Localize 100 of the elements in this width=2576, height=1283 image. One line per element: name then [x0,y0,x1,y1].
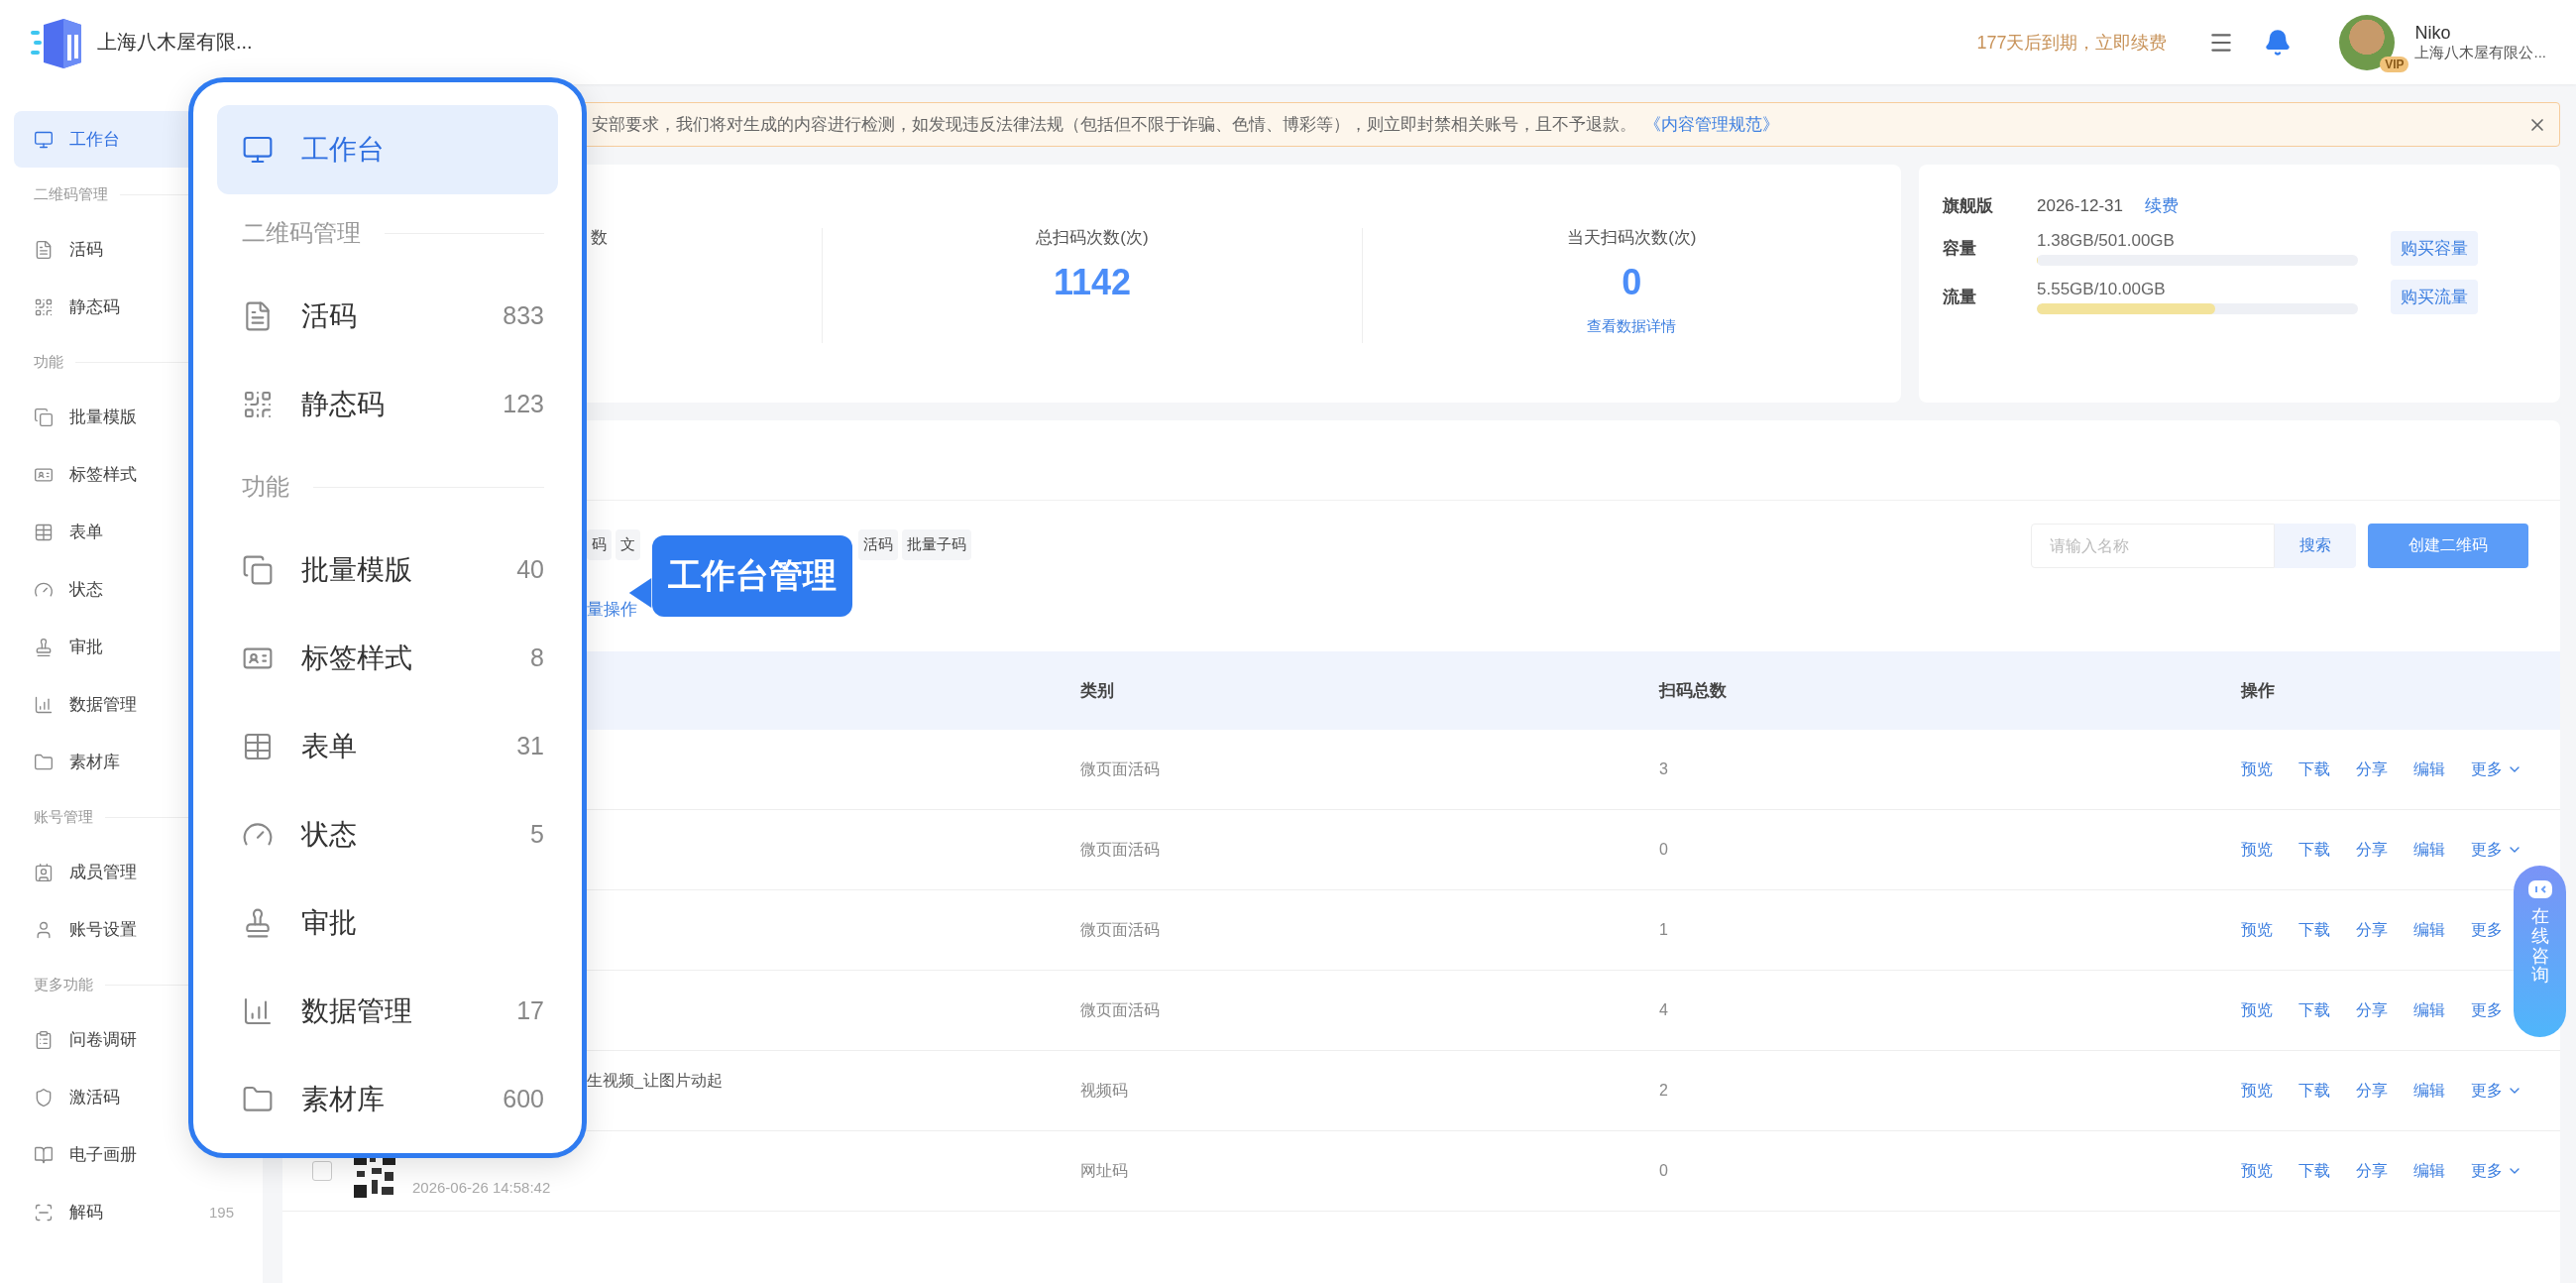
monitor-icon [242,134,274,166]
stat-label: 总扫码次数(次) [1036,228,1149,248]
action-link[interactable]: 预览 [2241,1080,2273,1102]
action-link[interactable]: 编辑 [2413,758,2445,780]
section-title: 功能 [242,472,289,502]
section-title: 功能 [34,352,63,372]
action-link[interactable]: 下载 [2298,758,2330,780]
action-link[interactable]: 编辑 [2413,1160,2445,1182]
action-link[interactable]: 预览 [2241,1160,2273,1182]
stat-value: 0 [1622,262,1642,303]
plan-expiry: 2026-12-31 [2037,195,2123,216]
action-link[interactable]: 下载 [2298,1160,2330,1182]
action-link[interactable]: 分享 [2356,919,2388,941]
action-link[interactable]: 分享 [2356,1080,2388,1102]
folder-icon [34,752,54,772]
action-link[interactable]: 分享 [2356,999,2388,1021]
item-count: 31 [516,732,544,760]
action-link[interactable]: 下载 [2298,919,2330,941]
action-link[interactable]: 编辑 [2413,1080,2445,1102]
callout-label: 工作台管理 [652,535,852,617]
action-link[interactable]: 下载 [2298,999,2330,1021]
action-link[interactable]: 更多 [2471,999,2503,1021]
category-cell-text: 微页面活码 [1080,999,1161,1020]
details-link[interactable]: 查看数据详情 [1587,317,1677,336]
column-header: 类别 [1080,680,1115,702]
column-header: 操作 [2241,680,2276,702]
stat-value: 1142 [1053,262,1132,303]
plan-edition: 旗舰版 [1943,195,1994,217]
item-count: 833 [503,301,544,330]
filter-tag[interactable]: 文 [616,529,640,560]
action-link[interactable]: 更多 [2471,919,2503,941]
quota-label: 容量 [1943,238,1977,260]
scan-count-cell-text: 0 [1659,841,1669,859]
stat-label: 数 [591,228,608,248]
renewal-link[interactable]: 177天后到期，立即续费 [1976,30,2168,55]
section-title: 二维码管理 [34,184,108,204]
bar-chart-icon [34,694,54,715]
quota-label: 流量 [1943,287,1977,308]
category-cell-text: 微页面活码 [1080,758,1161,779]
action-link[interactable]: 编辑 [2413,999,2445,1021]
action-link[interactable]: 更多 [2471,839,2503,861]
action-link[interactable]: 预览 [2241,919,2273,941]
book-icon [34,1144,54,1165]
action-link[interactable]: 编辑 [2413,839,2445,861]
action-link[interactable]: 下载 [2298,839,2330,861]
action-link[interactable]: 预览 [2241,999,2273,1021]
row-checkbox[interactable] [312,1161,332,1181]
policy-link[interactable]: 《内容管理规范》 [1644,113,1779,136]
consult-button[interactable]: 在线咨询 [2514,866,2566,1037]
contact-card-icon [34,862,54,882]
popup-menu-item[interactable]: 工作台 [217,105,558,194]
scan-count-cell-text: 3 [1659,760,1669,778]
action-link[interactable]: 预览 [2241,758,2273,780]
table-icon [34,522,54,542]
search-field[interactable]: 请输入名称 [2031,524,2275,568]
buy-button[interactable]: 购买流量 [2391,280,2478,314]
batch-link[interactable]: 量操作 [587,597,637,621]
copy-icon [242,553,274,586]
renew-link[interactable]: 续费 [2144,194,2179,217]
notice-text: 安部要求，我们将对生成的内容进行检测，如发现违反法律法规（包括但不限于诈骗、色情、博彩等），则立即封禁相关账号，且不予退款。 [592,114,1636,136]
create-button[interactable]: 创建二维码 [2368,524,2528,568]
scan-count-cell-text: 0 [1659,1162,1669,1180]
section-title: 更多功能 [34,975,93,994]
action-link[interactable]: 分享 [2356,1160,2388,1182]
column-header: 扫码总数 [1659,680,1728,702]
action-link[interactable]: 更多 [2471,758,2503,780]
quota-usage: 5.55GB/10.00GB [2037,280,2167,299]
chat-icon [2526,879,2553,901]
section-title: 二维码管理 [242,218,361,248]
scan-count-cell-text: 1 [1659,921,1669,939]
action-link[interactable]: 预览 [2241,839,2273,861]
action-link[interactable]: 分享 [2356,839,2388,861]
user-name: Niko [2414,22,2452,44]
item-count: 40 [516,555,544,584]
search-button[interactable]: 搜索 [2275,524,2356,568]
action-link[interactable]: 下载 [2298,1080,2330,1102]
buy-button[interactable]: 购买容量 [2391,231,2478,266]
category-cell-text: 微页面活码 [1080,839,1161,860]
document-icon [34,239,54,260]
sidebar-item[interactable]: 解码 195 [14,1184,248,1240]
organization-name: 上海八木屋有限公... [2414,43,2546,62]
action-link[interactable]: 更多 [2471,1160,2503,1182]
item-count: 123 [503,390,544,418]
logo-icon [30,16,83,68]
filter-tag[interactable]: 批量子码 [902,529,971,560]
item-count: 8 [530,643,544,672]
action-link[interactable]: 编辑 [2413,919,2445,941]
action-link[interactable]: 更多 [2471,1080,2503,1102]
scan-count-cell-text: 4 [1659,1001,1669,1019]
scan-count-cell-text: 2 [1659,1082,1669,1100]
clipboard-icon [34,1029,54,1050]
item-count: 195 [208,1204,234,1221]
scan-icon [34,1202,54,1223]
filter-tag[interactable]: 码 [587,529,612,560]
code-name: 生视频_让图片动起 [587,1071,723,1091]
item-count: 17 [516,996,544,1025]
action-link[interactable]: 分享 [2356,758,2388,780]
copy-icon [34,407,54,427]
bell-icon[interactable] [2264,28,2293,57]
filter-tag[interactable]: 活码 [858,529,898,560]
